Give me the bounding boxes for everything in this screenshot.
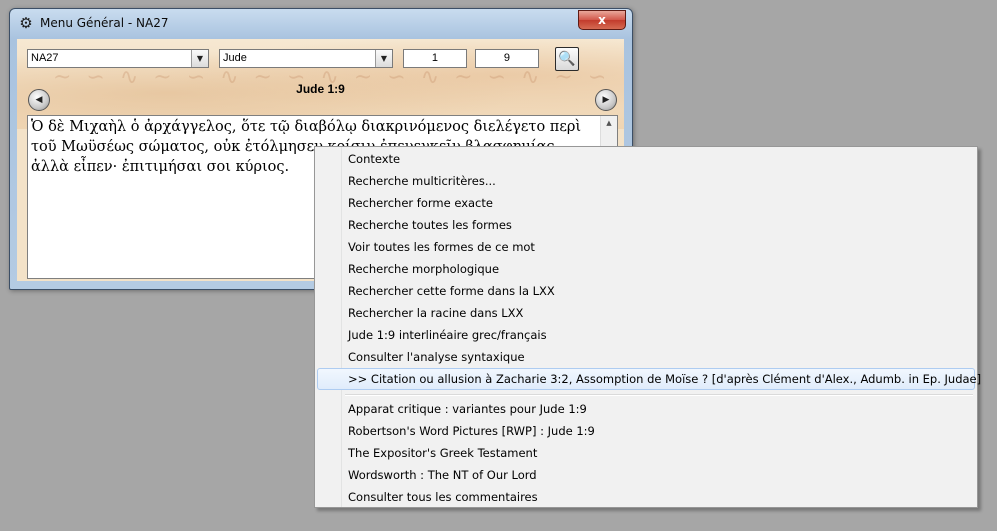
menu-item-label: Rechercher forme exacte (348, 196, 493, 210)
menu-item-apparat-critique[interactable]: Apparat critique : variantes pour Jude 1… (317, 398, 975, 420)
verse-reference: Jude 1:9 (296, 82, 345, 96)
menu-item-label: Rechercher la racine dans LXX (348, 306, 524, 320)
chevron-down-icon[interactable]: ▼ (375, 50, 392, 67)
previous-verse-button[interactable]: ◀ (28, 89, 50, 111)
edition-value: NA27 (31, 52, 59, 64)
chevron-down-icon[interactable]: ▼ (191, 50, 208, 67)
close-button[interactable]: x (578, 10, 626, 30)
menu-item-racine-lxx[interactable]: Rechercher la racine dans LXX (317, 302, 975, 324)
search-button[interactable]: 🔍 (555, 47, 579, 71)
menu-item-label: Wordsworth : The NT of Our Lord (348, 468, 537, 482)
menu-item-interlineaire[interactable]: Jude 1:9 interlinéaire grec/français (317, 324, 975, 346)
menu-item-wordsworth[interactable]: Wordsworth : The NT of Our Lord (317, 464, 975, 486)
menu-item-robertson[interactable]: Robertson's Word Pictures [RWP] : Jude 1… (317, 420, 975, 442)
title-bar[interactable]: ⚙ Menu Général - NA27 x (10, 9, 632, 39)
scroll-up-icon[interactable]: ▲ (601, 116, 617, 130)
menu-item-label: >> Citation ou allusion à Zacharie 3:2, … (348, 372, 982, 386)
next-verse-button[interactable]: ▶ (595, 89, 617, 111)
menu-item-toutes-formes[interactable]: Recherche toutes les formes (317, 214, 975, 236)
menu-separator (345, 394, 973, 396)
menu-item-label: Jude 1:9 interlinéaire grec/français (348, 328, 547, 342)
menu-item-contexte[interactable]: Contexte (317, 148, 975, 170)
menu-item-forme-lxx[interactable]: Rechercher cette forme dans la LXX (317, 280, 975, 302)
menu-item-label: Recherche multicritères... (348, 174, 496, 188)
menu-item-label: Contexte (348, 152, 401, 166)
menu-item-tous-commentaires[interactable]: Consulter tous les commentaires (317, 486, 975, 508)
app-logo-icon: ⚙ (19, 14, 33, 32)
arrow-left-icon: ◀ (35, 95, 43, 105)
menu-item-citation-allusion[interactable]: >> Citation ou allusion à Zacharie 3:2, … (317, 368, 981, 390)
edition-select[interactable]: NA27 ▼ (27, 49, 209, 68)
arrow-right-icon: ▶ (602, 95, 610, 105)
menu-item-recherche-morphologique[interactable]: Recherche morphologique (317, 258, 975, 280)
menu-item-analyse-syntaxique[interactable]: Consulter l'analyse syntaxique (317, 346, 975, 368)
menu-item-label: Apparat critique : variantes pour Jude 1… (348, 402, 587, 416)
window-title: Menu Général - NA27 (40, 16, 169, 30)
menu-item-label: Recherche morphologique (348, 262, 500, 276)
menu-item-label: The Expositor's Greek Testament (348, 446, 538, 460)
menu-item-forme-exacte[interactable]: Rechercher forme exacte (317, 192, 975, 214)
menu-item-label: Consulter tous les commentaires (348, 490, 538, 504)
menu-item-expositor[interactable]: The Expositor's Greek Testament (317, 442, 975, 464)
menu-item-label: Rechercher cette forme dans la LXX (348, 284, 555, 298)
menu-item-recherche-multicriteres[interactable]: Recherche multicritères... (317, 170, 975, 192)
context-menu: Contexte Recherche multicritères... Rech… (314, 146, 981, 508)
menu-item-label: Voir toutes les formes de ce mot (348, 240, 535, 254)
menu-item-label: Robertson's Word Pictures [RWP] : Jude 1… (348, 424, 595, 438)
chapter-input[interactable]: 1 (403, 49, 467, 68)
book-value: Jude (223, 52, 247, 64)
search-magnifier-icon: 🔍 (558, 51, 576, 67)
menu-item-label: Consulter l'analyse syntaxique (348, 350, 525, 364)
menu-item-voir-formes[interactable]: Voir toutes les formes de ce mot (317, 236, 975, 258)
book-select[interactable]: Jude ▼ (219, 49, 393, 68)
menu-item-label: Recherche toutes les formes (348, 218, 512, 232)
verse-input[interactable]: 9 (475, 49, 539, 68)
